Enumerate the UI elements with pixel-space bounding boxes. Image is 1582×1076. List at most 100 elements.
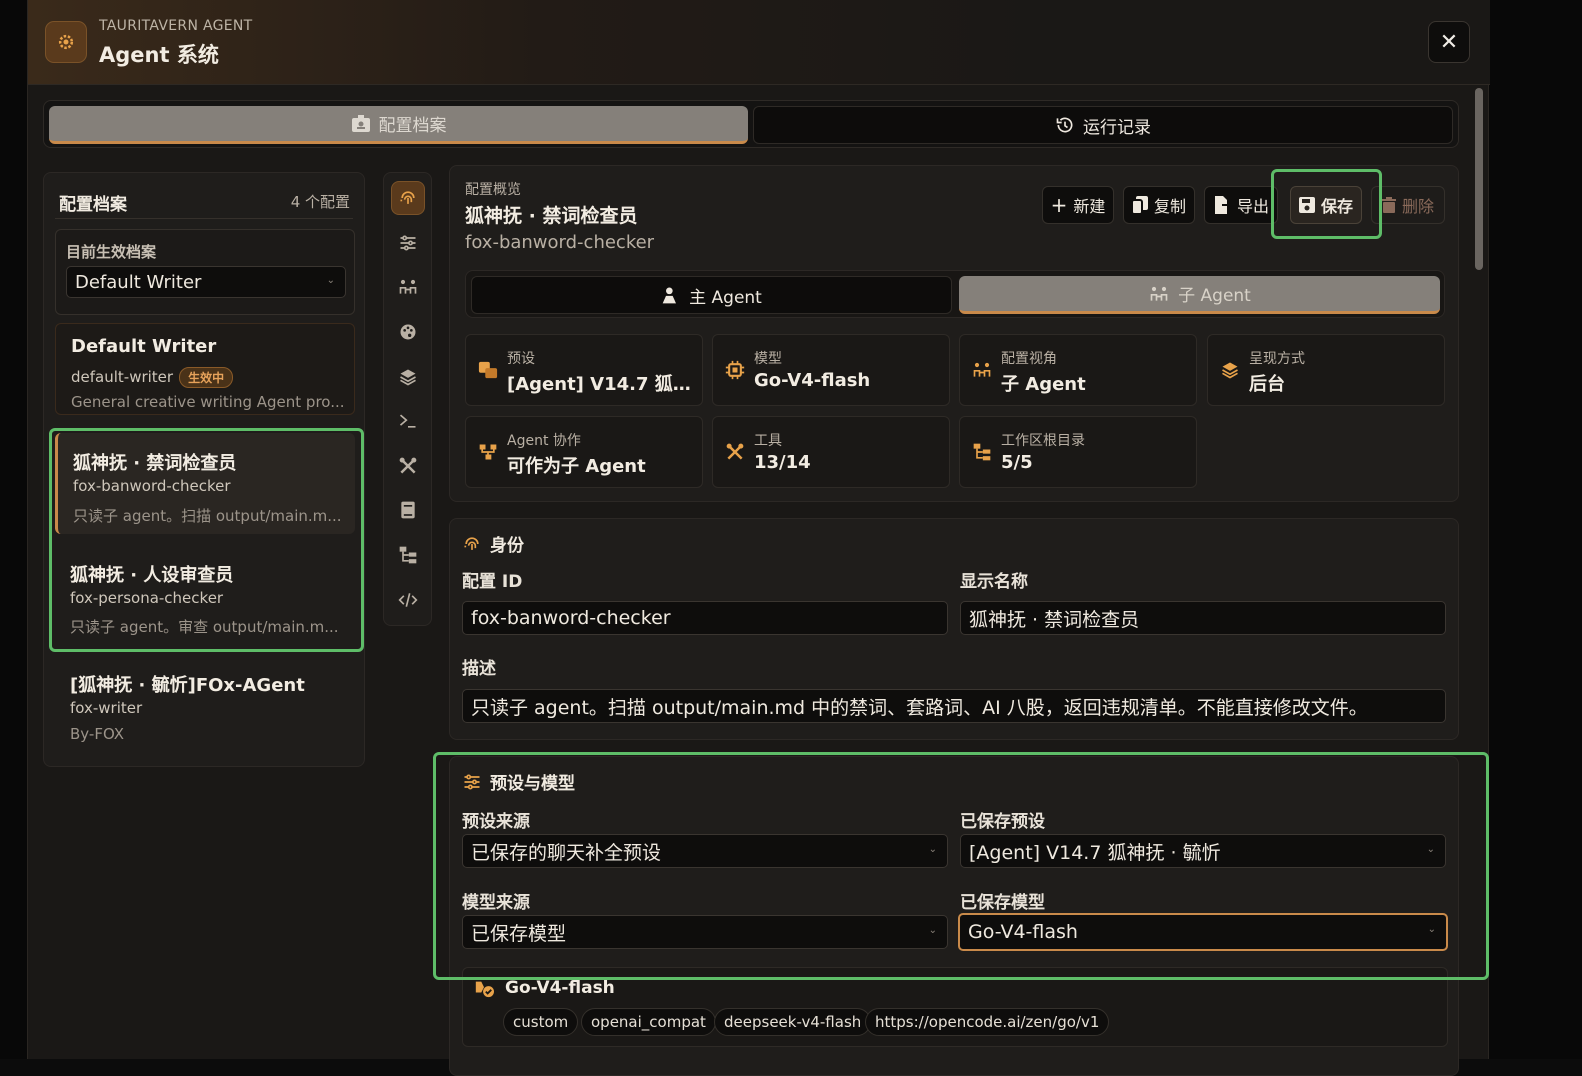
code-icon[interactable]	[391, 583, 425, 617]
profile-id: fox-banword-checker	[73, 477, 231, 495]
tree-icon[interactable]	[391, 538, 425, 572]
tab-sub-agent[interactable]: 子 Agent	[959, 276, 1440, 314]
model-name: Go-V4-flash	[505, 978, 615, 998]
preset-source-select[interactable]: 已保存的聊天补全预设⌄	[462, 834, 948, 868]
description-input[interactable]: 只读子 agent。扫描 output/main.md 中的禁词、套路词、AI …	[462, 689, 1446, 723]
book-icon[interactable]	[391, 493, 425, 527]
profile-card[interactable]: [狐神抚 · 毓忻]FOx-AGent fox-writer By-FOX	[55, 657, 355, 755]
sliders-icon[interactable]	[391, 226, 425, 260]
active-profile-box: 目前生效档案 Default Writer ⌄	[55, 229, 355, 315]
export-label: 导出	[1237, 193, 1269, 217]
delete-button[interactable]: 删除	[1371, 186, 1445, 224]
saved-model-select[interactable]: Go-V4-flash⌄	[958, 913, 1448, 951]
export-button[interactable]: 导出	[1204, 186, 1278, 224]
section-nav-rail	[383, 172, 432, 626]
profile-id: default-writer	[71, 368, 173, 386]
agent-system-modal: TAURITAVERN AGENT Agent 系统 ✕ 配置档案 运行记录 配…	[27, 0, 1489, 1059]
chevron-down-icon: ⌄	[929, 844, 937, 855]
profile-id: fox-writer	[70, 699, 142, 717]
profile-list-panel: 配置档案 4 个配置 目前生效档案 Default Writer ⌄ Defau…	[43, 172, 365, 767]
saved-preset-label: 已保存预设	[960, 807, 1045, 832]
preset-model-heading-label: 预设与模型	[490, 769, 575, 794]
model-source-select[interactable]: 已保存模型⌄	[462, 915, 948, 949]
new-button[interactable]: +新建	[1042, 186, 1114, 224]
copy-icon	[1132, 196, 1148, 214]
profile-desc: General creative writing Agent pro...	[71, 393, 351, 411]
display-name-input[interactable]: 狐神抚 · 禁词检查员	[960, 601, 1446, 635]
profile-name: 狐神抚 · 禁词检查员	[73, 449, 236, 475]
stat-key: Agent 协作	[507, 430, 581, 450]
profile-desc: 只读子 agent。审查 output/main.m...	[70, 616, 350, 637]
profile-overview: 配置概览 狐神抚 · 禁词检查员 fox-banword-checker +新建…	[449, 165, 1459, 502]
stat-value: 可作为子 Agent	[507, 452, 697, 478]
stat-value: 子 Agent	[1001, 370, 1191, 396]
agents-icon[interactable]	[391, 270, 425, 304]
overview-label: 配置概览	[465, 179, 521, 199]
active-profile-value: Default Writer	[75, 272, 201, 293]
profile-card-selected[interactable]: 狐神抚 · 禁词检查员 fox-banword-checker 只读子 agen…	[55, 433, 355, 534]
stat-display: 呈现方式 后台	[1207, 334, 1445, 406]
tab-main-agent-label: 主 Agent	[689, 283, 762, 308]
identity-heading-label: 身份	[490, 531, 524, 556]
model-tag: deepseek-v4-flash	[714, 1008, 871, 1036]
tab-main-agent[interactable]: 主 Agent	[471, 276, 952, 314]
preset-source-label: 预设来源	[462, 807, 530, 832]
close-button[interactable]: ✕	[1428, 21, 1470, 63]
preset-model-heading: 预设与模型	[462, 769, 575, 794]
tab-profiles-label: 配置档案	[379, 111, 447, 136]
saved-preset-select[interactable]: [Agent] V14.7 狐神抚 · 毓忻⌄	[960, 834, 1446, 868]
tab-runs[interactable]: 运行记录	[753, 106, 1453, 144]
modal-header: TAURITAVERN AGENT Agent 系统 ✕	[28, 0, 1490, 85]
display-name-label: 显示名称	[960, 567, 1028, 592]
model-tag: custom	[503, 1008, 578, 1036]
stat-workspace: 工作区根目录 5/5	[959, 416, 1197, 488]
status-badge: 生效中	[179, 367, 233, 388]
stat-view: 配置视角 子 Agent	[959, 334, 1197, 406]
config-id-input[interactable]: fox-banword-checker	[462, 601, 948, 635]
scrollbar[interactable]	[1475, 88, 1483, 270]
delete-label: 删除	[1402, 193, 1434, 217]
profile-list-title: 配置档案	[59, 190, 127, 215]
modal-title: Agent 系统	[99, 39, 219, 69]
plus-icon: +	[1051, 193, 1068, 217]
palette-icon[interactable]	[391, 315, 425, 349]
saved-preset-value: [Agent] V14.7 狐神抚 · 毓忻	[969, 838, 1221, 865]
agents-icon	[1148, 284, 1170, 304]
identity-heading: 身份	[462, 531, 524, 556]
tab-sub-agent-label: 子 Agent	[1178, 281, 1251, 306]
copy-label: 复制	[1154, 193, 1186, 217]
description-label: 描述	[462, 654, 496, 679]
trash-icon	[1382, 197, 1396, 213]
model-check-icon	[473, 978, 495, 998]
stat-key: 呈现方式	[1249, 348, 1305, 368]
save-label: 保存	[1321, 193, 1353, 217]
preset-icon	[475, 357, 501, 383]
id-badge-icon	[351, 115, 371, 133]
share-icon	[475, 439, 501, 465]
gear-icon	[45, 21, 87, 63]
profile-card[interactable]: Default Writer default-writer 生效中 General…	[55, 323, 355, 415]
stat-preset: 预设 [Agent] V14.7 狐神...	[465, 334, 703, 406]
divider	[55, 218, 353, 219]
save-button[interactable]: 保存	[1290, 186, 1362, 224]
tools-icon[interactable]	[391, 449, 425, 483]
layers-icon	[1217, 357, 1243, 383]
tools-icon	[722, 439, 748, 465]
fingerprint-icon[interactable]	[391, 181, 425, 215]
copy-button[interactable]: 复制	[1123, 186, 1195, 224]
profile-count: 4 个配置	[291, 191, 350, 212]
tab-profiles[interactable]: 配置档案	[49, 106, 748, 144]
terminal-icon[interactable]	[391, 404, 425, 438]
profile-name: 狐神抚 · 人设审查员	[70, 561, 233, 587]
model-source-value: 已保存模型	[471, 919, 566, 946]
profile-card[interactable]: 狐神抚 · 人设审查员 fox-persona-checker 只读子 agen…	[55, 545, 355, 643]
config-id-label: 配置 ID	[462, 567, 522, 592]
agent-mode-tabs: 主 Agent 子 Agent	[465, 270, 1445, 318]
layers-icon[interactable]	[391, 360, 425, 394]
stat-value: 5/5	[1001, 452, 1191, 473]
chip-icon	[722, 357, 748, 383]
tree-icon	[969, 439, 995, 465]
active-profile-select[interactable]: Default Writer ⌄	[66, 266, 346, 298]
stat-key: 预设	[507, 348, 535, 368]
profile-name: Default Writer	[71, 336, 216, 357]
